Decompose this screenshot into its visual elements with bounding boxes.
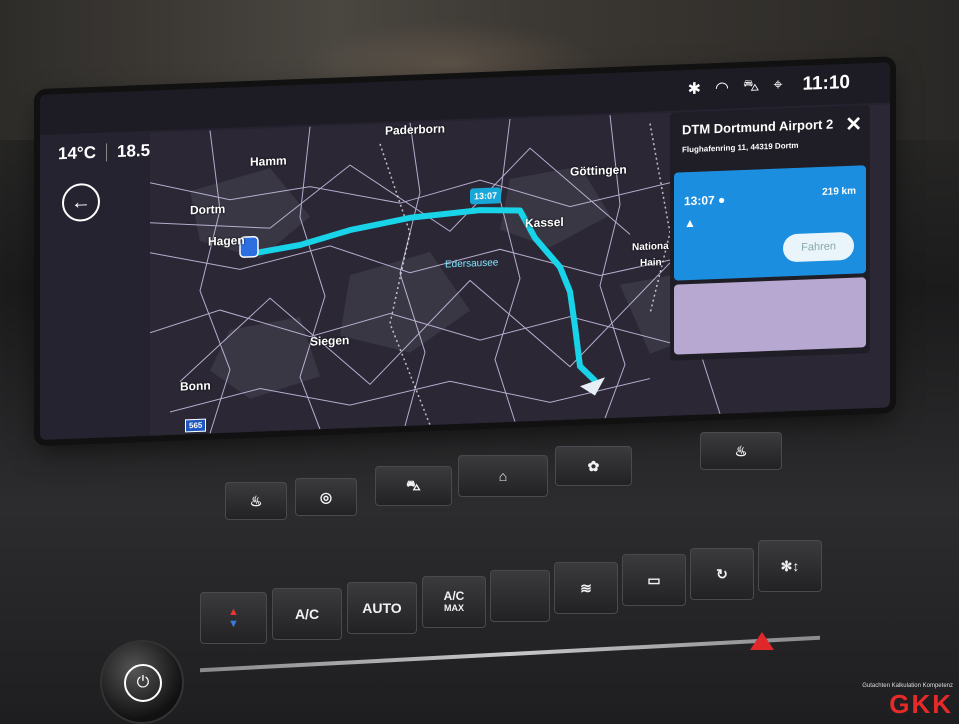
route-option-card-2[interactable]: [674, 277, 866, 355]
temp-up-down-button[interactable]: ▲ ▼: [200, 592, 267, 644]
fan-settings-button[interactable]: ✿: [555, 446, 632, 486]
steering-heat-button[interactable]: ◎: [295, 478, 357, 516]
steering-heat-icon: ◎: [319, 488, 333, 505]
map-label: Hamm: [250, 153, 287, 169]
destination-address: Flughafenring 11, 44319 Dortm: [682, 140, 799, 155]
car-connect-icon: ⛍: [742, 77, 760, 95]
close-icon[interactable]: ✕: [845, 111, 862, 137]
highway-shield: 565: [185, 418, 207, 433]
ac-max-button[interactable]: A/C MAX: [422, 576, 486, 628]
map-label: Bonn: [180, 378, 211, 394]
set-temp[interactable]: 18.5: [117, 141, 150, 162]
back-button[interactable]: ←: [62, 182, 100, 223]
seat-vent-icon: ♨: [734, 442, 748, 459]
power-icon: ⏻: [124, 664, 162, 702]
car-icon: ⛍: [406, 476, 421, 493]
route-eta-badge: 13:07: [470, 187, 502, 205]
arrow-left-icon: ←: [71, 190, 91, 214]
map-lake-label: Edersausee: [445, 257, 499, 271]
map-label: Hain: [640, 257, 662, 269]
clock: 11:10: [802, 71, 850, 95]
location-icon: ⌖: [773, 76, 783, 94]
recirculation-button[interactable]: ↻: [690, 548, 754, 600]
map-label: Siegen: [310, 333, 350, 349]
charging-icon: ●: [718, 192, 726, 207]
map-label: Nationa: [632, 240, 669, 254]
map-label: Göttingen: [570, 162, 627, 179]
destination-name: DTM Dortmund Airport 2: [682, 116, 834, 138]
recirculation-icon: ↻: [716, 565, 728, 582]
seat-vent-button[interactable]: ♨: [700, 432, 782, 470]
fan-speed-button[interactable]: ✻↕: [758, 540, 822, 592]
seat-heat-icon: ♨: [249, 492, 263, 509]
fan-speed-icon: ✻↕: [780, 557, 800, 574]
route-distance: 219 km: [822, 185, 856, 198]
bluetooth-icon: ✱: [687, 80, 701, 99]
defrost-front-icon: ≋: [580, 579, 592, 596]
traffic-icon: ▲: [684, 215, 696, 231]
ac-button[interactable]: A/C: [272, 588, 342, 640]
outside-temp: 14°C: [58, 142, 96, 164]
route-panel: DTM Dortmund Airport 2 ✕ Flughafenring 1…: [670, 105, 870, 361]
defrost-rear-icon: ▭: [647, 571, 661, 588]
temp-up-icon: ▲: [228, 606, 239, 618]
route-option-card[interactable]: 13:07 ● 219 km ▲ Fahren: [674, 165, 866, 281]
map-label: Dortm: [190, 201, 226, 218]
volume-knob[interactable]: ⏻: [100, 640, 184, 724]
seat-heat-button[interactable]: ♨: [225, 482, 287, 520]
wifi-icon: ◠: [714, 79, 729, 98]
home-icon: ⌂: [498, 468, 508, 484]
vehicle-button[interactable]: ⛍: [375, 466, 452, 506]
defrost-rear-button[interactable]: ▭: [622, 554, 686, 606]
chrome-trim: [200, 635, 820, 673]
start-navigation-button[interactable]: Fahren: [783, 231, 854, 263]
map-label: Paderborn: [385, 121, 446, 138]
auto-button[interactable]: AUTO: [347, 582, 417, 634]
watermark-logo: Gutachten Kalkulation Kompetenz GKK: [862, 683, 953, 719]
fan-settings-icon: ✿: [587, 457, 600, 474]
divider: [105, 143, 107, 162]
map-label: Kassel: [525, 214, 564, 231]
infotainment-screen: ✱ ◠ ⛍ ⌖ 11:10 14°C 18.5 ✻ ↯ ←: [40, 62, 890, 441]
defrost-front-button[interactable]: ≋: [554, 562, 618, 614]
home-button[interactable]: ⌂: [458, 455, 548, 497]
route-eta: 13:07 ●: [684, 192, 726, 209]
hazard-button[interactable]: [750, 632, 774, 650]
blank-button[interactable]: [490, 570, 550, 622]
temp-down-icon: ▼: [228, 618, 239, 630]
map-label: Hagen: [208, 233, 245, 249]
